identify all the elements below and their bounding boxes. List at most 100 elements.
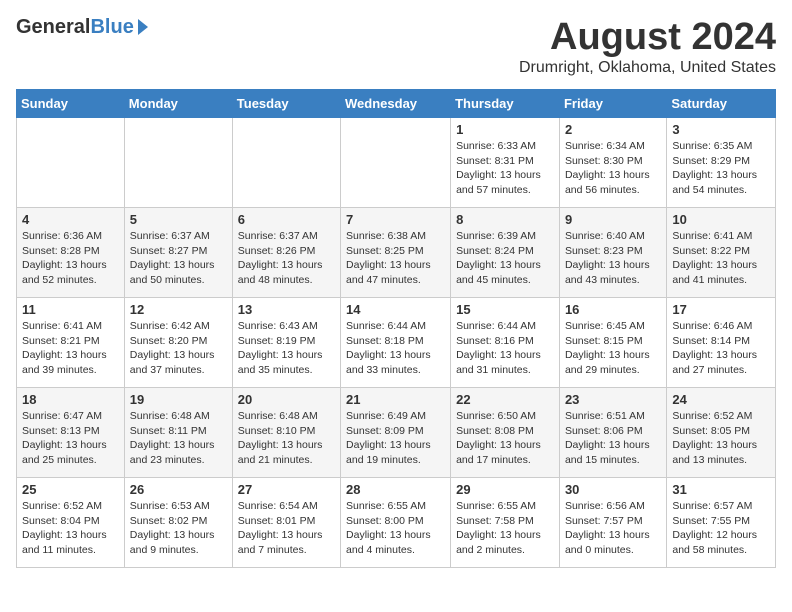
day-info: Sunrise: 6:48 AM Sunset: 8:11 PM Dayligh… — [130, 409, 227, 468]
calendar-header-tuesday: Tuesday — [232, 90, 340, 118]
calendar-cell: 26 Sunrise: 6:53 AM Sunset: 8:02 PM Dayli… — [124, 478, 232, 568]
title-area: August 2024 Drumright, Oklahoma, United … — [519, 16, 776, 77]
day-info: Sunrise: 6:55 AM Sunset: 7:58 PM Dayligh… — [456, 499, 554, 558]
day-info: Sunrise: 6:48 AM Sunset: 8:10 PM Dayligh… — [238, 409, 335, 468]
month-year-title: August 2024 — [519, 16, 776, 59]
day-info: Sunrise: 6:42 AM Sunset: 8:20 PM Dayligh… — [130, 319, 227, 378]
calendar-cell — [232, 118, 340, 208]
day-info: Sunrise: 6:44 AM Sunset: 8:18 PM Dayligh… — [346, 319, 445, 378]
day-number: 28 — [346, 482, 445, 497]
calendar-body: 1 Sunrise: 6:33 AM Sunset: 8:31 PM Daylig… — [17, 118, 776, 568]
day-number: 1 — [456, 122, 554, 137]
day-info: Sunrise: 6:37 AM Sunset: 8:27 PM Dayligh… — [130, 229, 227, 288]
day-number: 29 — [456, 482, 554, 497]
calendar-header-wednesday: Wednesday — [341, 90, 451, 118]
day-info: Sunrise: 6:38 AM Sunset: 8:25 PM Dayligh… — [346, 229, 445, 288]
calendar-header-row: SundayMondayTuesdayWednesdayThursdayFrid… — [17, 90, 776, 118]
day-number: 30 — [565, 482, 661, 497]
day-info: Sunrise: 6:52 AM Sunset: 8:04 PM Dayligh… — [22, 499, 119, 558]
location-subtitle: Drumright, Oklahoma, United States — [519, 59, 776, 77]
day-number: 19 — [130, 392, 227, 407]
calendar-cell — [17, 118, 125, 208]
day-number: 3 — [672, 122, 770, 137]
calendar-cell: 22Sunrise: 6:50 AM Sunset: 8:08 PM Dayli… — [451, 388, 560, 478]
day-info: Sunrise: 6:37 AM Sunset: 8:26 PM Dayligh… — [238, 229, 335, 288]
header: General Blue August 2024 Drumright, Okla… — [16, 16, 776, 77]
day-info: Sunrise: 6:47 AM Sunset: 8:13 PM Dayligh… — [22, 409, 119, 468]
calendar-cell: 10Sunrise: 6:41 AM Sunset: 8:22 PM Dayli… — [667, 208, 776, 298]
day-info: Sunrise: 6:39 AM Sunset: 8:24 PM Dayligh… — [456, 229, 554, 288]
calendar-cell — [124, 118, 232, 208]
calendar-cell — [341, 118, 451, 208]
calendar-cell: 5 Sunrise: 6:37 AM Sunset: 8:27 PM Daylig… — [124, 208, 232, 298]
day-number: 20 — [238, 392, 335, 407]
day-info: Sunrise: 6:55 AM Sunset: 8:00 PM Dayligh… — [346, 499, 445, 558]
day-number: 8 — [456, 212, 554, 227]
calendar-cell: 17 Sunrise: 6:46 AM Sunset: 8:14 PM Dayli… — [667, 298, 776, 388]
day-number: 23 — [565, 392, 661, 407]
day-number: 2 — [565, 122, 661, 137]
calendar-cell: 6Sunrise: 6:37 AM Sunset: 8:26 PM Daylig… — [232, 208, 340, 298]
day-info: Sunrise: 6:49 AM Sunset: 8:09 PM Dayligh… — [346, 409, 445, 468]
calendar-cell: 12Sunrise: 6:42 AM Sunset: 8:20 PM Dayli… — [124, 298, 232, 388]
calendar-cell: 8 Sunrise: 6:39 AM Sunset: 8:24 PM Daylig… — [451, 208, 560, 298]
calendar-cell: 1 Sunrise: 6:33 AM Sunset: 8:31 PM Daylig… — [451, 118, 560, 208]
day-number: 25 — [22, 482, 119, 497]
day-number: 10 — [672, 212, 770, 227]
day-info: Sunrise: 6:46 AM Sunset: 8:14 PM Dayligh… — [672, 319, 770, 378]
calendar-cell: 25 Sunrise: 6:52 AM Sunset: 8:04 PM Dayli… — [17, 478, 125, 568]
day-info: Sunrise: 6:34 AM Sunset: 8:30 PM Dayligh… — [565, 139, 661, 198]
calendar-week-row: 4 Sunrise: 6:36 AM Sunset: 8:28 PM Daylig… — [17, 208, 776, 298]
day-number: 5 — [130, 212, 227, 227]
day-info: Sunrise: 6:57 AM Sunset: 7:55 PM Dayligh… — [672, 499, 770, 558]
day-number: 4 — [22, 212, 119, 227]
calendar-cell: 11Sunrise: 6:41 AM Sunset: 8:21 PM Dayli… — [17, 298, 125, 388]
logo-arrow-icon — [138, 19, 148, 35]
day-number: 26 — [130, 482, 227, 497]
day-info: Sunrise: 6:51 AM Sunset: 8:06 PM Dayligh… — [565, 409, 661, 468]
day-number: 11 — [22, 302, 119, 317]
calendar-cell: 24Sunrise: 6:52 AM Sunset: 8:05 PM Dayli… — [667, 388, 776, 478]
calendar-cell: 28 Sunrise: 6:55 AM Sunset: 8:00 PM Dayli… — [341, 478, 451, 568]
calendar-header-monday: Monday — [124, 90, 232, 118]
calendar-cell: 27 Sunrise: 6:54 AM Sunset: 8:01 PM Dayli… — [232, 478, 340, 568]
day-number: 13 — [238, 302, 335, 317]
day-info: Sunrise: 6:54 AM Sunset: 8:01 PM Dayligh… — [238, 499, 335, 558]
day-number: 16 — [565, 302, 661, 317]
day-info: Sunrise: 6:44 AM Sunset: 8:16 PM Dayligh… — [456, 319, 554, 378]
day-info: Sunrise: 6:52 AM Sunset: 8:05 PM Dayligh… — [672, 409, 770, 468]
calendar-week-row: 25 Sunrise: 6:52 AM Sunset: 8:04 PM Dayli… — [17, 478, 776, 568]
calendar-cell: 20 Sunrise: 6:48 AM Sunset: 8:10 PM Dayli… — [232, 388, 340, 478]
calendar-header-friday: Friday — [559, 90, 666, 118]
calendar-cell: 13Sunrise: 6:43 AM Sunset: 8:19 PM Dayli… — [232, 298, 340, 388]
calendar-cell: 2 Sunrise: 6:34 AM Sunset: 8:30 PM Daylig… — [559, 118, 666, 208]
day-number: 22 — [456, 392, 554, 407]
day-info: Sunrise: 6:35 AM Sunset: 8:29 PM Dayligh… — [672, 139, 770, 198]
day-info: Sunrise: 6:33 AM Sunset: 8:31 PM Dayligh… — [456, 139, 554, 198]
calendar-header-sunday: Sunday — [17, 90, 125, 118]
calendar-week-row: 18 Sunrise: 6:47 AM Sunset: 8:13 PM Dayli… — [17, 388, 776, 478]
day-number: 18 — [22, 392, 119, 407]
calendar-cell: 16Sunrise: 6:45 AM Sunset: 8:15 PM Dayli… — [559, 298, 666, 388]
day-number: 21 — [346, 392, 445, 407]
logo-general-text: General — [16, 16, 90, 39]
day-info: Sunrise: 6:53 AM Sunset: 8:02 PM Dayligh… — [130, 499, 227, 558]
logo: General Blue — [16, 16, 148, 39]
day-number: 7 — [346, 212, 445, 227]
calendar-cell: 21 Sunrise: 6:49 AM Sunset: 8:09 PM Dayli… — [341, 388, 451, 478]
day-info: Sunrise: 6:40 AM Sunset: 8:23 PM Dayligh… — [565, 229, 661, 288]
calendar-cell: 19 Sunrise: 6:48 AM Sunset: 8:11 PM Dayli… — [124, 388, 232, 478]
day-number: 31 — [672, 482, 770, 497]
day-info: Sunrise: 6:36 AM Sunset: 8:28 PM Dayligh… — [22, 229, 119, 288]
calendar-cell: 9Sunrise: 6:40 AM Sunset: 8:23 PM Daylig… — [559, 208, 666, 298]
day-number: 17 — [672, 302, 770, 317]
calendar-cell: 29 Sunrise: 6:55 AM Sunset: 7:58 PM Dayli… — [451, 478, 560, 568]
day-number: 14 — [346, 302, 445, 317]
calendar-header-saturday: Saturday — [667, 90, 776, 118]
day-number: 27 — [238, 482, 335, 497]
logo-blue-text: Blue — [90, 16, 133, 39]
day-number: 15 — [456, 302, 554, 317]
calendar-cell: 15 Sunrise: 6:44 AM Sunset: 8:16 PM Dayli… — [451, 298, 560, 388]
calendar-cell: 23 Sunrise: 6:51 AM Sunset: 8:06 PM Dayli… — [559, 388, 666, 478]
calendar-cell: 30Sunrise: 6:56 AM Sunset: 7:57 PM Dayli… — [559, 478, 666, 568]
